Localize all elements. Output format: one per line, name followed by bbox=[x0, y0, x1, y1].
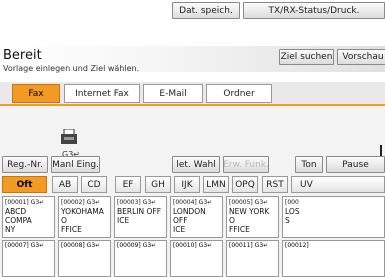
filter-rst-label: RST bbox=[266, 179, 284, 190]
tab-email-label: E-Mail bbox=[159, 88, 187, 99]
filter-ab-label: AB bbox=[58, 179, 72, 190]
instruction-text: Vorlage einlegen und Ziel wählen. bbox=[3, 64, 140, 73]
registration-number-label: Reg.-Nr. bbox=[7, 159, 43, 170]
advanced-feature-button[interactable]: Erw. Funk. bbox=[223, 156, 269, 173]
filter-ijk[interactable]: IJK bbox=[174, 176, 200, 193]
destination-number: [00002] G3↵ bbox=[61, 199, 101, 206]
tab-fax-label: Fax bbox=[28, 88, 44, 99]
destination-name-line1: YOKOHAMA O bbox=[61, 207, 104, 225]
tab-email[interactable]: E-Mail bbox=[143, 84, 203, 103]
tab-folder-label: Ordner bbox=[223, 88, 255, 99]
tab-folder[interactable]: Ordner bbox=[206, 84, 272, 103]
destination-number: [00011] G3↵ bbox=[229, 242, 269, 249]
destination-number: [00010] G3↵ bbox=[173, 242, 213, 249]
filter-frequent[interactable]: Oft bbox=[2, 176, 47, 193]
destination-card[interactable]: [00007] G3↵ bbox=[2, 240, 55, 277]
tab-internet-fax[interactable]: Internet Fax bbox=[64, 84, 140, 103]
tone-label: Ton bbox=[301, 159, 317, 170]
store-file-label: Dat. speich. bbox=[179, 5, 233, 16]
filter-gh-label: GH bbox=[151, 179, 165, 190]
destination-name-line2: ICE bbox=[173, 225, 186, 234]
status-button[interactable]: TX/RX-Status/Druck. bbox=[243, 2, 385, 19]
destination-card[interactable]: [00011] G3↵ bbox=[226, 240, 279, 277]
filter-ab[interactable]: AB bbox=[52, 176, 78, 193]
filter-lmn[interactable]: LMN bbox=[203, 176, 229, 193]
destination-card[interactable]: [00001] G3↵ ABCD COMPA NY bbox=[2, 196, 55, 238]
destination-name-line1: BERLIN OFF bbox=[117, 207, 162, 216]
destination-number: [00007] G3↵ bbox=[5, 242, 45, 249]
registration-number-button[interactable]: Reg.-Nr. bbox=[2, 156, 48, 173]
search-destination-button[interactable]: Ziel suchen bbox=[279, 49, 334, 65]
filter-opq[interactable]: OPQ bbox=[232, 176, 258, 193]
redial-label: let. Wahl bbox=[176, 159, 216, 170]
store-file-button[interactable]: Dat. speich. bbox=[172, 2, 240, 19]
destination-name-line2: S bbox=[285, 216, 290, 225]
tone-button[interactable]: Ton bbox=[295, 156, 323, 173]
destination-number: [00005] G3↵ bbox=[229, 199, 269, 206]
filter-ef-label: EF bbox=[122, 179, 134, 190]
manual-entry-label: Manl Eing. bbox=[52, 159, 99, 170]
filter-ijk-label: IJK bbox=[181, 179, 193, 190]
destination-card[interactable]: [00005] G3↵ NEW YORK O FFICE bbox=[226, 196, 279, 238]
fax-machine-icon bbox=[60, 128, 78, 145]
destination-name-line1: LONDON OFF bbox=[173, 207, 206, 225]
status-label: TX/RX-Status/Druck. bbox=[268, 5, 360, 16]
destination-number: [00003] G3↵ bbox=[117, 199, 157, 206]
tab-fax[interactable]: Fax bbox=[12, 84, 60, 103]
destination-name-line2: FFICE bbox=[229, 225, 250, 234]
destination-name-line2: NY bbox=[5, 225, 16, 234]
tab-internet-fax-label: Internet Fax bbox=[75, 88, 129, 99]
destination-number: [00012] bbox=[285, 242, 309, 249]
filter-rst[interactable]: RST bbox=[262, 176, 288, 193]
destination-name-line2: FFICE bbox=[61, 225, 82, 234]
filter-frequent-label: Oft bbox=[16, 179, 33, 190]
preview-button[interactable]: Vorschau bbox=[337, 49, 385, 65]
destination-card[interactable]: [00012] bbox=[282, 240, 385, 277]
destination-card[interactable]: [00002] G3↵ YOKOHAMA O FFICE bbox=[58, 196, 111, 238]
pause-label: Pause bbox=[342, 159, 369, 170]
manual-entry-button[interactable]: Manl Eing. bbox=[51, 156, 100, 173]
filter-uv[interactable]: UV bbox=[291, 176, 385, 193]
destination-card[interactable]: [00008] G3↵ bbox=[58, 240, 111, 277]
destination-number: [00004] G3↵ bbox=[173, 199, 213, 206]
advanced-feature-label: Erw. Funk. bbox=[223, 159, 269, 170]
destination-name-line1: LOS bbox=[285, 207, 300, 216]
destination-number: [00008] G3↵ bbox=[61, 242, 101, 249]
pause-button[interactable]: Pause bbox=[326, 156, 385, 173]
filter-gh[interactable]: GH bbox=[145, 176, 171, 193]
destination-card[interactable]: [00003] G3↵ BERLIN OFF ICE bbox=[114, 196, 167, 238]
destination-name-line1: ABCD COMPA bbox=[5, 207, 32, 225]
destination-number: [00001] G3↵ bbox=[5, 199, 45, 206]
filter-lmn-label: LMN bbox=[206, 179, 226, 190]
destination-number: [00009] G3↵ bbox=[117, 242, 157, 249]
destination-name-line2: ICE bbox=[117, 216, 130, 225]
destination-name-line1: NEW YORK O bbox=[229, 207, 270, 225]
destination-card[interactable]: [000 LOS S bbox=[282, 196, 385, 238]
filter-ef[interactable]: EF bbox=[115, 176, 141, 193]
preview-label: Vorschau bbox=[342, 52, 384, 62]
filter-cd-label: CD bbox=[87, 179, 101, 190]
filter-cd[interactable]: CD bbox=[81, 176, 107, 193]
search-destination-label: Ziel suchen bbox=[280, 52, 333, 62]
destination-card[interactable]: [00010] G3↵ bbox=[170, 240, 223, 277]
redial-button[interactable]: let. Wahl bbox=[172, 156, 220, 173]
destination-number: [000 bbox=[285, 199, 299, 206]
filter-opq-label: OPQ bbox=[235, 179, 255, 190]
destination-card[interactable]: [00004] G3↵ LONDON OFF ICE bbox=[170, 196, 223, 238]
page-title: Bereit bbox=[3, 48, 42, 63]
filter-uv-label: UV bbox=[300, 179, 313, 190]
destination-card[interactable]: [00009] G3↵ bbox=[114, 240, 167, 277]
